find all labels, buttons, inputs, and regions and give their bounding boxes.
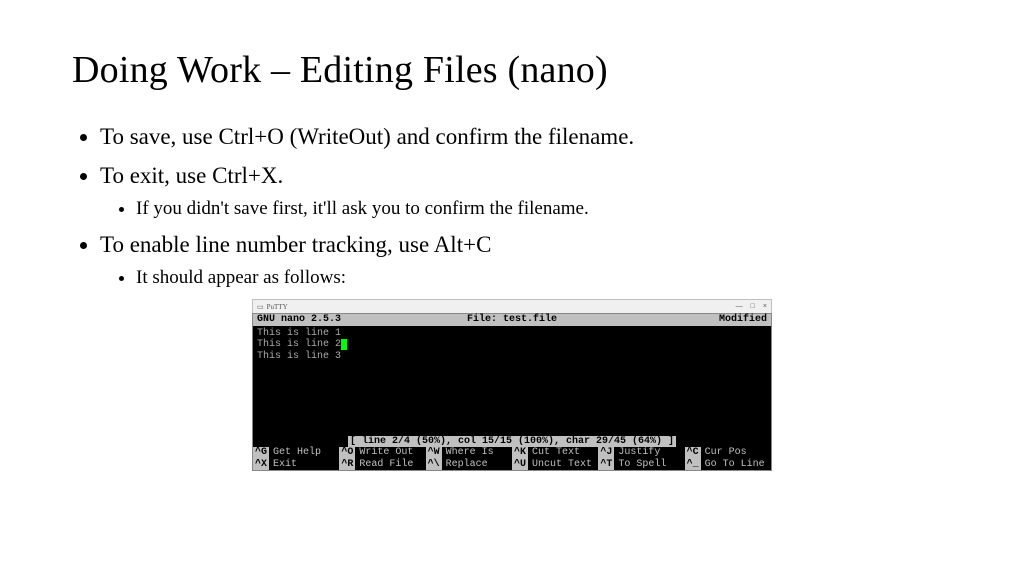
nano-version: GNU nano 2.5.3 — [257, 314, 341, 326]
sub-bullet-item: If you didn't save first, it'll ask you … — [136, 195, 952, 223]
close-icon: × — [763, 303, 767, 310]
shortcut-label: To Spell — [614, 459, 666, 471]
nano-modified: Modified — [719, 314, 767, 326]
shortcut-key: ^W — [426, 447, 442, 459]
shortcut-uncut-text: ^UUncut Text — [512, 459, 598, 471]
shortcut-label: Read File — [355, 459, 413, 471]
shortcut-label: Get Help — [269, 447, 321, 459]
shortcut-key: ^_ — [685, 459, 701, 471]
shortcut-read-file: ^RRead File — [339, 459, 425, 471]
buffer-line: This is line 1 — [257, 328, 767, 340]
shortcut-label: Exit — [269, 459, 297, 471]
sub-bullet-list: If you didn't save first, it'll ask you … — [100, 195, 952, 223]
shortcut-key: ^U — [512, 459, 528, 471]
window-titlebar: ▭ PuTTY — □ × — [252, 299, 772, 313]
shortcut-label: Write Out — [355, 447, 413, 459]
shortcut-replace: ^\Replace — [426, 459, 512, 471]
cursor — [341, 339, 347, 350]
nano-shortcuts: ^GGet Help ^OWrite Out ^WWhere Is ^KCut … — [253, 447, 771, 470]
shortcut-key: ^J — [598, 447, 614, 459]
shortcut-key: ^K — [512, 447, 528, 459]
putty-icon: ▭ — [257, 303, 264, 311]
shortcut-label: Uncut Text — [528, 459, 592, 471]
shortcut-go-to-line: ^_Go To Line — [685, 459, 771, 471]
slide-title: Doing Work – Editing Files (nano) — [72, 48, 952, 92]
shortcut-key: ^G — [253, 447, 269, 459]
shortcut-cur-pos: ^CCur Pos — [685, 447, 771, 459]
maximize-icon: □ — [751, 303, 755, 310]
shortcut-key: ^T — [598, 459, 614, 471]
shortcut-justify: ^JJustify — [598, 447, 684, 459]
shortcut-label: Replace — [442, 459, 488, 471]
nano-status-bar: [ line 2/4 (50%), col 15/15 (100%), char… — [253, 436, 771, 448]
shortcut-label: Cur Pos — [701, 447, 747, 459]
shortcut-label: Justify — [614, 447, 660, 459]
window-title: PuTTY — [267, 303, 288, 311]
nano-buffer: This is line 1 This is line 2 This is li… — [253, 326, 771, 436]
sub-bullet-list: It should appear as follows: — [100, 264, 952, 292]
nano-file-label: File: test.file — [467, 314, 557, 326]
bullet-item: To enable line number tracking, use Alt+… — [100, 228, 952, 291]
shortcut-key: ^O — [339, 447, 355, 459]
shortcut-get-help: ^GGet Help — [253, 447, 339, 459]
shortcut-key: ^C — [685, 447, 701, 459]
shortcut-write-out: ^OWrite Out — [339, 447, 425, 459]
shortcut-label: Where Is — [442, 447, 494, 459]
shortcut-to-spell: ^TTo Spell — [598, 459, 684, 471]
sub-bullet-item: It should appear as follows: — [136, 264, 952, 292]
shortcut-cut-text: ^KCut Text — [512, 447, 598, 459]
shortcut-key: ^R — [339, 459, 355, 471]
bullet-list: To save, use Ctrl+O (WriteOut) and confi… — [72, 120, 952, 291]
shortcut-exit: ^XExit — [253, 459, 339, 471]
terminal: GNU nano 2.5.3 File: test.file Modified … — [252, 313, 772, 471]
shortcut-label: Cut Text — [528, 447, 580, 459]
buffer-line: This is line 2 — [257, 339, 767, 351]
nano-header: GNU nano 2.5.3 File: test.file Modified — [253, 314, 771, 326]
shortcut-where-is: ^WWhere Is — [426, 447, 512, 459]
bullet-text: To enable line number tracking, use Alt+… — [100, 232, 491, 257]
bullet-text: To exit, use Ctrl+X. — [100, 163, 283, 188]
slide: Doing Work – Editing Files (nano) To sav… — [0, 0, 1024, 576]
buffer-line: This is line 3 — [257, 351, 767, 363]
terminal-screenshot: ▭ PuTTY — □ × GNU nano 2.5.3 File: test.… — [252, 299, 772, 471]
shortcut-key: ^\ — [426, 459, 442, 471]
buffer-line-text: This is line 2 — [257, 339, 341, 350]
shortcut-label: Go To Line — [701, 459, 765, 471]
nano-status-text: [ line 2/4 (50%), col 15/15 (100%), char… — [348, 436, 676, 447]
shortcut-key: ^X — [253, 459, 269, 471]
bullet-item: To exit, use Ctrl+X. If you didn't save … — [100, 159, 952, 222]
minimize-icon: — — [736, 303, 743, 310]
bullet-item: To save, use Ctrl+O (WriteOut) and confi… — [100, 120, 952, 153]
